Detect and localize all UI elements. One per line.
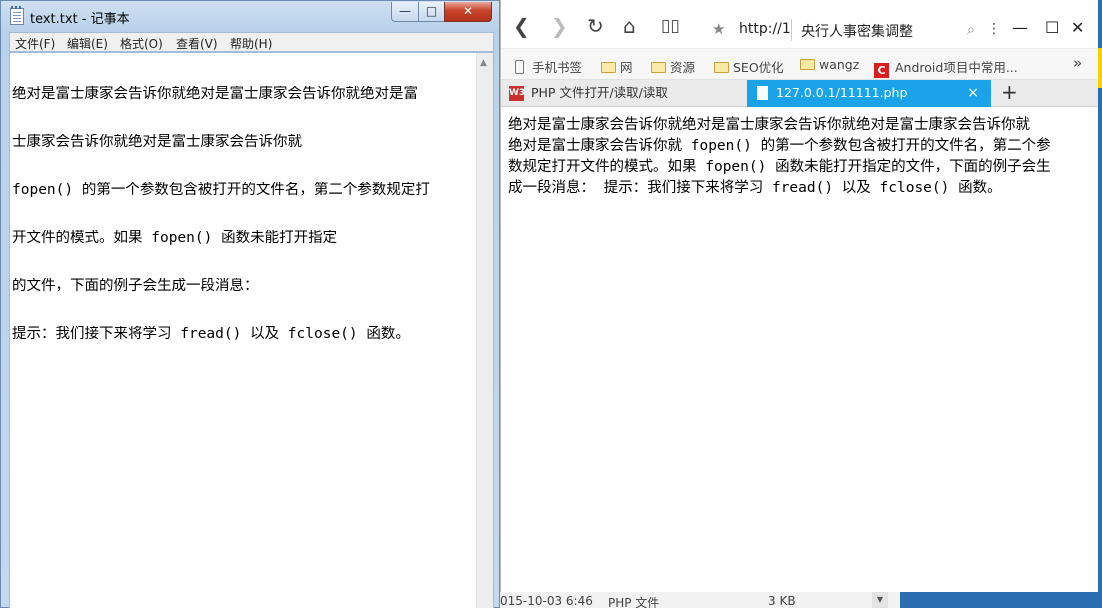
window-maximize-icon[interactable]: ☐	[1045, 18, 1059, 37]
content-line: 成一段消息： 提示：我们接下来将学习 fread() 以及 fclose() 函…	[508, 180, 1002, 196]
bookmark-seo[interactable]: SEO优化	[714, 57, 784, 76]
maximize-button[interactable]: □	[418, 2, 445, 22]
folder-icon	[601, 62, 616, 73]
tab-label: PHP 文件打开/读取/读取	[531, 85, 668, 100]
content-line: 绝对是富士康家会告诉你就绝对是富士康家会告诉你就绝对是富士康家会告诉你就	[508, 117, 1030, 133]
notepad-title-bar[interactable]: text.txt - 记事本 — □ ✕	[1, 1, 499, 31]
bookmark-android[interactable]: C Android项目中常用...	[874, 57, 1018, 78]
file-date: 015-10-03 6:46	[500, 594, 593, 608]
bookmark-resources[interactable]: 资源	[651, 57, 695, 76]
notepad-app-icon	[10, 6, 24, 25]
bookmark-wangz[interactable]: wangz	[800, 57, 859, 72]
bookmark-mobile[interactable]: 手机书签	[515, 57, 582, 76]
text-line: 绝对是富士康家会告诉你就绝对是富士康家会告诉你就绝对是富	[12, 86, 418, 102]
back-icon[interactable]: ❮	[513, 16, 530, 36]
search-icon[interactable]: ⌕	[967, 20, 975, 40]
window-close-icon[interactable]: ✕	[1071, 18, 1084, 37]
menu-help[interactable]: 帮助(H)	[230, 35, 272, 52]
favorite-star-icon[interactable]: ★	[712, 19, 725, 39]
scroll-up-icon[interactable]: ▲	[480, 58, 487, 68]
notepad-title: text.txt - 记事本	[30, 12, 130, 27]
menu-format[interactable]: 格式(O)	[120, 35, 163, 52]
address-divider	[791, 19, 792, 41]
scroll-down-icon[interactable]: ▼	[872, 592, 888, 608]
notepad-text-area[interactable]: 绝对是富士康家会告诉你就绝对是富士康家会告诉你就绝对是富 士康家会告诉你就绝对是…	[9, 52, 494, 608]
menu-file[interactable]: 文件(F)	[15, 35, 55, 52]
notepad-window: text.txt - 记事本 — □ ✕ 文件(F) 编辑(E) 格式(O) 查…	[0, 0, 500, 608]
bookmark-web[interactable]: 网	[601, 57, 633, 76]
folder-icon	[651, 62, 666, 73]
vertical-scrollbar[interactable]: ▲	[476, 53, 493, 608]
tab-close-icon[interactable]: ×	[967, 80, 979, 106]
browser-window: ❮ ❯ ↻ ⌂ ▯▯ ★ http://1 央行人事密集调整 ⌕ ⋮ — ☐ ✕…	[500, 0, 1098, 592]
notepad-text: 绝对是富士康家会告诉你就绝对是富士康家会告诉你就绝对是富 士康家会告诉你就绝对是…	[12, 54, 477, 374]
tab-php-file[interactable]: W3 PHP 文件打开/读取/读取	[501, 80, 745, 107]
text-line: 的文件，下面的例子会生成一段消息：	[12, 278, 259, 294]
content-line: 绝对是富士康家会告诉你就 fopen() 的第一个参数包含被打开的文件名，第二个…	[508, 138, 1051, 154]
new-tab-button[interactable]: +	[1001, 80, 1018, 104]
text-line: 士康家会告诉你就绝对是富士康家会告诉你就	[12, 134, 302, 150]
text-line: 提示：我们接下来将学习 fread() 以及 fclose() 函数。	[12, 326, 410, 342]
forward-icon[interactable]: ❯	[551, 16, 568, 36]
bookmarks-bar: 手机书签 网 资源 SEO优化 wangz C Android项目中常用... »	[501, 48, 1098, 80]
tab-label: 127.0.0.1/11111.php	[776, 85, 908, 100]
window-minimize-icon[interactable]: —	[1012, 18, 1028, 37]
folder-icon	[714, 62, 729, 73]
search-box[interactable]: 央行人事密集调整	[801, 21, 913, 41]
w3-favicon-icon: W3	[509, 86, 525, 101]
tab-local-php[interactable]: 127.0.0.1/11111.php ×	[747, 80, 991, 107]
edge-accent	[1098, 48, 1102, 88]
more-icon[interactable]: ⋮	[987, 19, 1001, 39]
text-line: 开文件的模式。如果 fopen() 函数未能打开指定	[12, 230, 338, 246]
home-icon[interactable]: ⌂	[623, 16, 636, 36]
menu-view[interactable]: 查看(V)	[176, 35, 218, 52]
bookmarks-more-button[interactable]: »	[1073, 54, 1082, 72]
phone-icon	[515, 60, 524, 74]
minimize-button[interactable]: —	[391, 2, 419, 22]
address-bar[interactable]: http://1	[739, 21, 791, 37]
content-line: 数规定打开文件的模式。如果 fopen() 函数未能打开指定的文件，下面的例子会…	[508, 159, 1051, 175]
close-button[interactable]: ✕	[444, 2, 492, 22]
refresh-icon[interactable]: ↻	[587, 16, 604, 36]
file-type: PHP 文件	[608, 596, 660, 608]
text-line: fopen() 的第一个参数包含被打开的文件名，第二个参数规定打	[12, 182, 430, 198]
explorer-file-row: 015-10-03 6:46 PHP 文件 3 KB ▼	[500, 592, 900, 608]
file-size: 3 KB	[768, 594, 796, 608]
tab-strip: W3 PHP 文件打开/读取/读取 127.0.0.1/11111.php × …	[501, 80, 1098, 107]
notepad-menu-bar: 文件(F) 编辑(E) 格式(O) 查看(V) 帮助(H)	[9, 32, 494, 52]
reading-view-icon[interactable]: ▯▯	[661, 16, 680, 36]
browser-toolbar: ❮ ❯ ↻ ⌂ ▯▯ ★ http://1 央行人事密集调整 ⌕ ⋮ — ☐ ✕	[501, 0, 1098, 48]
page-icon	[757, 86, 768, 100]
csdn-logo-icon: C	[874, 63, 889, 78]
folder-icon	[800, 59, 815, 70]
page-content: 绝对是富士康家会告诉你就绝对是富士康家会告诉你就绝对是富士康家会告诉你就 绝对是…	[508, 115, 1098, 199]
menu-edit[interactable]: 编辑(E)	[67, 35, 108, 52]
